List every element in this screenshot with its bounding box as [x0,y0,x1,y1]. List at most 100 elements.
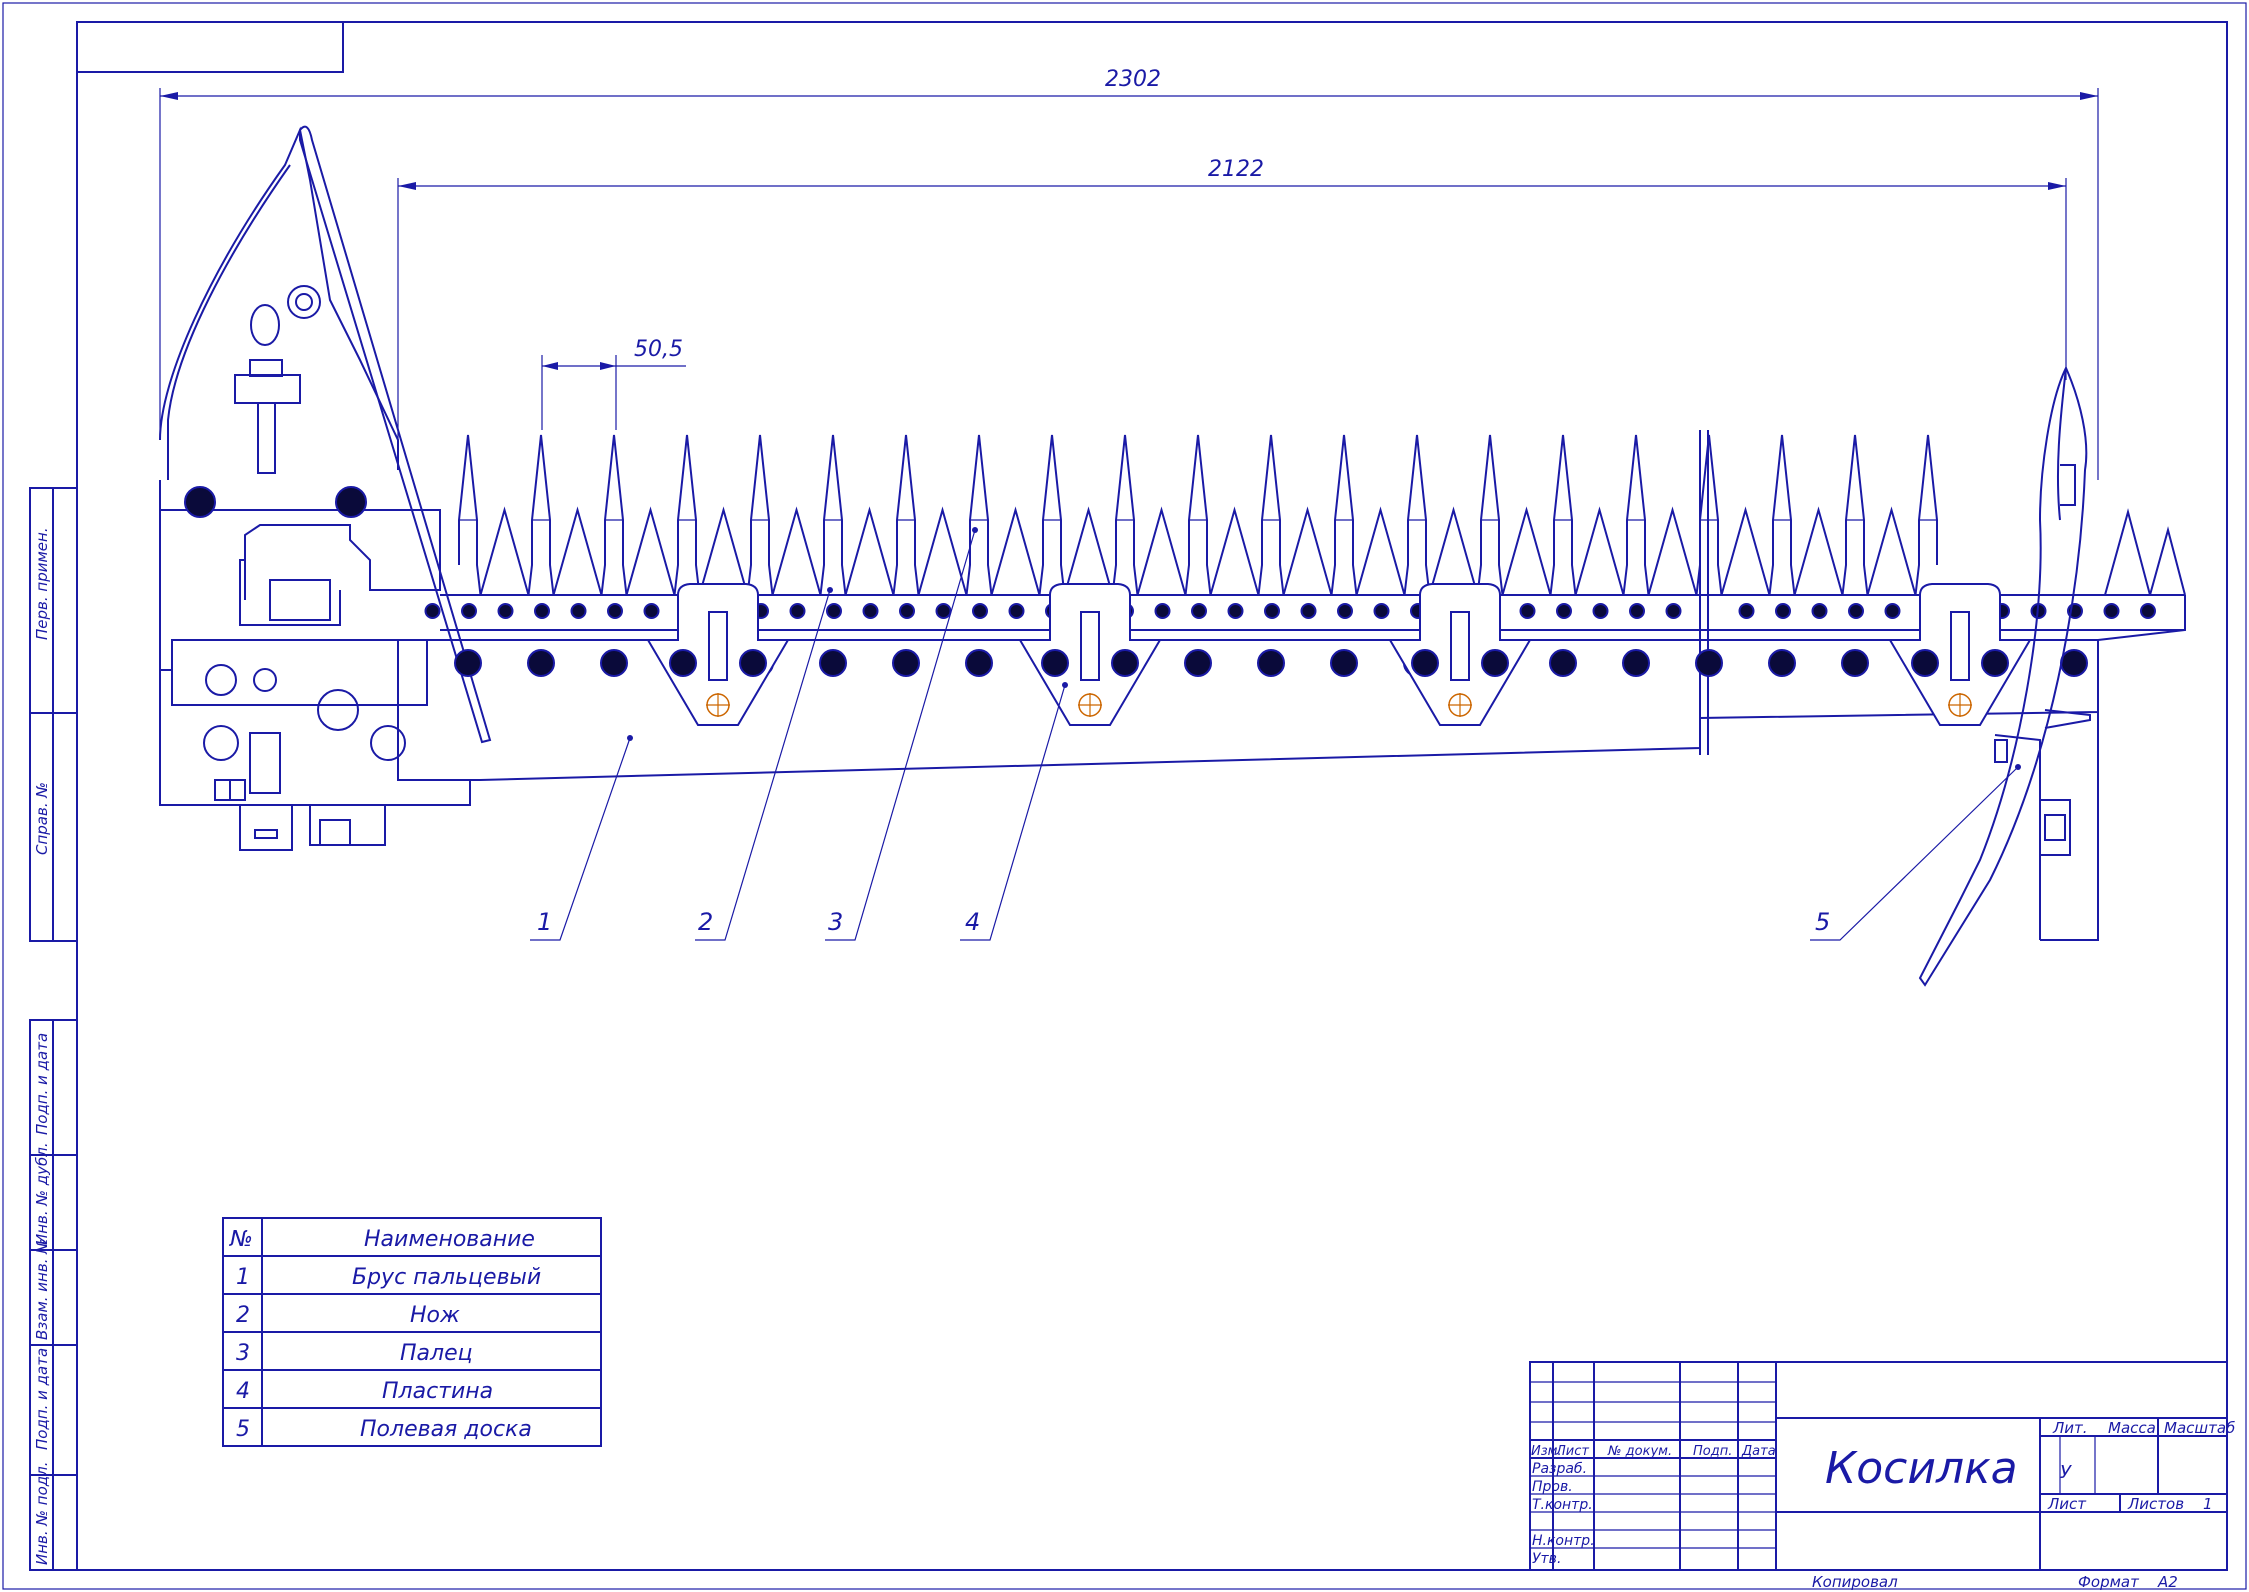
parts-row-5-num: 5 [236,1417,250,1442]
guard-finger [1918,434,1938,565]
dimension-overall: 2302 [159,67,2099,480]
dimension-knife: 2122 [397,157,2067,470]
rivet [2140,603,2156,619]
rivet [497,603,514,619]
title-scale-label: Масштаб [2164,1419,2235,1437]
rivet [607,603,623,619]
parts-row-4-name: Пластина [382,1379,493,1404]
parts-header-num: № [229,1227,253,1252]
parts-row-2-num: 2 [236,1303,250,1328]
title-sheet-label: Лист [2047,1495,2087,1513]
rivet [1191,603,1207,619]
title-mass-label: Масса [2108,1419,2156,1437]
guard-finger [1407,434,1427,565]
title-lit-label: Лит. [2052,1419,2088,1437]
callout-5: 5 [1815,908,1830,936]
guard-finger [1553,434,1573,565]
side-stamp-7: Инв. № подл. [33,1462,51,1565]
side-stamp-column: Перв. примен. Справ. № Подп. и дата Инв.… [29,487,78,1571]
knife-section [1498,506,1555,596]
format-label: Формат [2078,1573,2140,1591]
knife-section [1717,506,1774,596]
bolt [892,649,920,677]
rivet [1373,603,1390,619]
rivet [972,603,988,619]
guard-finger [677,434,697,565]
callout-2: 2 [698,908,713,936]
bolt [1257,649,1285,677]
knife-section [768,506,825,596]
rivet [1738,603,1755,619]
title-lit-value: У [2060,1462,2072,1483]
knife-section [1571,506,1628,596]
knife-section [1863,506,1920,596]
rivet [1519,603,1536,619]
title-role-3: Т.контр. [1532,1497,1593,1513]
title-role-4: Н.контр. [1532,1533,1595,1549]
mower-drawing-sheet: Перв. примен. Справ. № Подп. и дата Инв.… [2,2,2247,1591]
knife-section [1425,506,1482,596]
guard-finger [1115,434,1135,565]
side-stamp-3: Подп. и дата [33,1033,51,1135]
knife-section [1279,506,1336,596]
rivet [1337,603,1353,619]
side-stamp-6: Подп. и дата [33,1348,51,1450]
rivet [899,603,915,619]
bolt [1184,649,1212,677]
outer-border [2,2,2247,1590]
parts-row-5-name: Полевая доска [360,1417,532,1442]
parts-header-name: Наименование [364,1227,535,1252]
rivet [1592,603,1609,619]
guard-finger [969,434,989,565]
guard-finger [458,434,478,565]
bolt [600,649,628,677]
knife-section [1060,506,1117,596]
title-role-2: Пров. [1532,1479,1573,1495]
guard-finger [896,434,916,565]
knife-section [1352,506,1409,596]
callout-1: 1 [537,908,552,936]
parts-table: № Наименование 1 Брус пальцевый 2 Нож 3 … [222,1217,602,1447]
bolt [1695,649,1723,677]
knife-section [1644,506,1701,596]
knife-section [841,506,898,596]
dimension-pitch-label: 50,5 [634,337,683,362]
guard-finger [750,434,770,565]
title-col-sign: Подп. [1693,1444,1732,1459]
knife-section [987,506,1044,596]
parts-row-2-name: Нож [410,1303,460,1328]
guard-finger [1845,434,1865,565]
rivet [789,603,806,619]
bolt [1768,649,1796,677]
rivet [424,603,441,619]
rivet [534,603,550,619]
knife-section [622,506,679,596]
bolt [1549,649,1577,677]
bolt [527,649,555,677]
format-value: А2 [2157,1573,2178,1591]
bolt [1841,649,1869,677]
bolt [2060,649,2088,677]
rivet [1629,603,1645,619]
side-stamp-5: Взам. инв. № [33,1238,51,1340]
drawing-title: Косилка [1825,1443,2018,1494]
rivet [1811,603,1828,619]
title-role-5: Утв. [1532,1551,1561,1567]
side-stamp-1: Перв. примен. [33,527,51,640]
guard-finger [1188,434,1208,565]
title-col-date: Дата [1741,1444,1776,1459]
left-drive-assembly [159,126,480,851]
guard-finger [1261,434,1281,565]
rivet [570,603,587,619]
drawing-frame [76,21,2228,1571]
title-col-doc: № докум. [1607,1444,1672,1459]
rivet [1154,603,1171,619]
title-role-1: Разраб. [1532,1461,1587,1477]
knife-section [1790,506,1847,596]
title-sheets-label: Листов [2127,1495,2184,1513]
knife-section [695,506,752,596]
guard-finger [604,434,624,565]
callout-4: 4 [965,908,980,936]
title-block: Изм. Лист № докум. Подп. Дата Разраб. Пр… [1529,1361,2235,1591]
guard-finger [1772,434,1792,565]
